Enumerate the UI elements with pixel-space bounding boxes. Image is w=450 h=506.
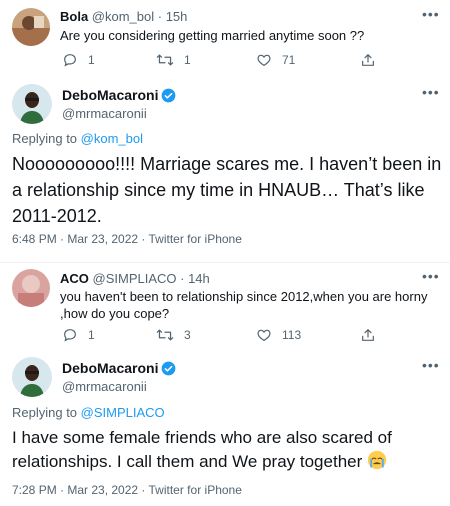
more-icon[interactable]: •••	[422, 6, 440, 22]
more-icon[interactable]: •••	[422, 84, 440, 100]
like-count: 113	[282, 328, 302, 342]
retweet-count: 1	[184, 53, 191, 67]
replying-label: Replying to	[12, 131, 78, 146]
replying-label: Replying to	[12, 405, 78, 420]
like-button[interactable]: 113	[256, 326, 301, 344]
tweet-timestamp[interactable]: 6:48 PM · Mar 23, 2022 · Twitter for iPh…	[12, 232, 242, 246]
author-handle[interactable]: @mrmacaronii	[62, 379, 147, 394]
reply-author-handle[interactable]: @kom_bol	[92, 9, 154, 24]
reply-author-name[interactable]: ACO	[60, 271, 89, 286]
reply-author-name[interactable]: Bola	[60, 9, 88, 24]
reply-count: 1	[88, 53, 95, 67]
author-name-row[interactable]: DeboMacaroni	[62, 87, 176, 103]
crying-face-emoji	[367, 450, 387, 470]
replying-mention[interactable]: @kom_bol	[81, 131, 143, 146]
avatar-debomacaroni[interactable]	[12, 84, 52, 124]
retweet-button[interactable]: 3	[156, 326, 191, 344]
share-button[interactable]	[360, 326, 376, 344]
avatar-bola[interactable]	[12, 8, 50, 46]
like-icon	[257, 54, 271, 67]
author-handle[interactable]: @mrmacaronii	[62, 106, 147, 121]
more-icon[interactable]: •••	[422, 357, 440, 373]
replying-to: Replying to @kom_bol	[12, 131, 143, 146]
author-name[interactable]: DeboMacaroni	[62, 87, 158, 103]
thread-panel-1: Bola @kom_bol · 15h ••• Are you consider…	[0, 0, 450, 258]
like-count: 71	[282, 53, 296, 67]
reply-author[interactable]: ACO @SIMPLIACO · 14h	[60, 271, 210, 286]
reply-icon	[64, 54, 76, 67]
replying-mention[interactable]: @SIMPLIACO	[81, 405, 165, 420]
retweet-icon	[156, 54, 174, 66]
reply-time[interactable]: · 14h	[180, 271, 210, 286]
author-name-row[interactable]: DeboMacaroni	[62, 360, 176, 376]
reply-author[interactable]: Bola @kom_bol · 15h	[60, 9, 187, 24]
reply-icon	[64, 329, 76, 342]
reply-text: Are you considering getting married anyt…	[60, 28, 365, 43]
reply-actions: 1 1 71	[62, 51, 422, 69]
share-icon	[362, 329, 374, 341]
retweet-count: 3	[184, 328, 191, 342]
verified-badge-icon	[162, 88, 176, 102]
retweet-button[interactable]: 1	[156, 51, 191, 69]
thread-panel-2: ACO @SIMPLIACO · 14h ••• you haven't bee…	[0, 262, 450, 506]
like-button[interactable]: 71	[256, 51, 295, 69]
tweet-text-body: I have some female friends who are also …	[12, 428, 392, 471]
reply-time[interactable]: · 15h	[158, 9, 188, 24]
reply-actions: 1 3 113	[62, 326, 422, 344]
replying-to: Replying to @SIMPLIACO	[12, 405, 165, 420]
author-name[interactable]: DeboMacaroni	[62, 360, 158, 376]
tweet-timestamp[interactable]: 7:28 PM · Mar 23, 2022 · Twitter for iPh…	[12, 483, 242, 497]
share-icon	[362, 54, 374, 66]
reply-count: 1	[88, 328, 95, 342]
like-icon	[257, 329, 271, 342]
verified-badge-icon	[162, 361, 176, 375]
tweet-text: I have some female friends who are also …	[12, 426, 442, 474]
more-icon[interactable]: •••	[422, 268, 440, 284]
reply-author-handle[interactable]: @SIMPLIACO	[93, 271, 177, 286]
avatar-aco[interactable]	[12, 269, 50, 307]
reply-text: you haven't been to relationship since 2…	[60, 289, 428, 321]
avatar-debomacaroni[interactable]	[12, 357, 52, 397]
share-button[interactable]	[360, 51, 376, 69]
reply-button[interactable]: 1	[62, 326, 95, 344]
retweet-icon	[156, 329, 174, 341]
tweet-text: Nooooooooo!!!! Marriage scares me. I hav…	[12, 154, 442, 226]
reply-button[interactable]: 1	[62, 51, 95, 69]
